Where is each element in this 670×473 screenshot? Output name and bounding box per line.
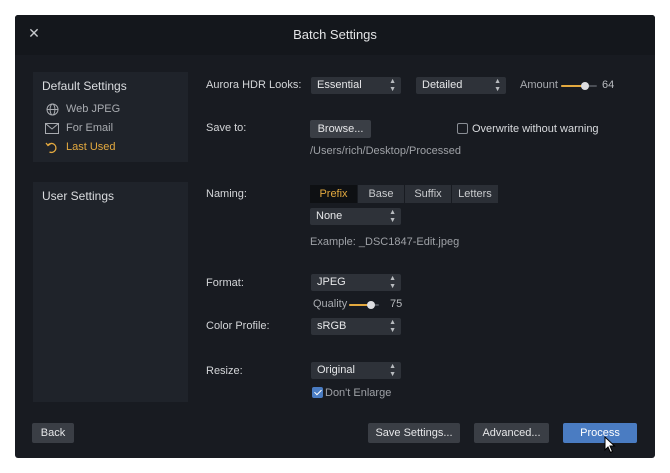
select-value: None [316, 210, 343, 222]
quality-slider[interactable] [349, 301, 379, 309]
save-to-label: Save to: [206, 122, 247, 134]
select-arrows-icon: ▲ ▼ [389, 362, 396, 378]
dont-enlarge-checkbox[interactable] [312, 387, 323, 398]
batch-settings-window: ✕ Batch Settings Default Settings Web JP… [15, 15, 655, 458]
amount-value: 64 [602, 79, 615, 91]
dont-enlarge-label[interactable]: Don't Enlarge [325, 387, 391, 399]
color-profile-select[interactable]: sRGB ▲ ▼ [311, 318, 401, 335]
advanced-button[interactable]: Advanced... [474, 423, 549, 443]
select-value: Detailed [422, 79, 463, 91]
select-value: JPEG [317, 276, 346, 288]
browse-button[interactable]: Browse... [310, 120, 371, 138]
globe-icon [44, 102, 60, 116]
amount-slider[interactable] [561, 82, 597, 90]
select-arrows-icon: ▲ ▼ [389, 77, 396, 93]
tab-base[interactable]: Base [358, 185, 404, 203]
save-path: /Users/rich/Desktop/Processed [310, 145, 461, 157]
select-arrows-icon: ▲ ▼ [494, 77, 501, 93]
preset-for-email[interactable]: For Email [44, 119, 113, 137]
naming-example: Example: _DSC1847-Edit.jpeg [310, 236, 460, 248]
envelope-icon [44, 121, 60, 135]
user-settings-title: User Settings [42, 189, 115, 203]
select-value: Original [317, 364, 355, 376]
preset-label: Web JPEG [66, 103, 121, 115]
resize-label: Resize: [206, 365, 243, 377]
looks-look-select[interactable]: Detailed ▲ ▼ [416, 77, 506, 94]
color-profile-label: Color Profile: [206, 320, 270, 332]
select-arrows-icon: ▲ ▼ [389, 208, 396, 224]
quality-slider-knob[interactable] [367, 301, 375, 309]
preset-web-jpeg[interactable]: Web JPEG [44, 100, 120, 118]
amount-label: Amount [520, 79, 558, 91]
resize-select[interactable]: Original ▲ ▼ [311, 362, 401, 379]
format-label: Format: [206, 277, 244, 289]
naming-select[interactable]: None ▲ ▼ [310, 208, 401, 225]
process-button[interactable]: Process [563, 423, 637, 443]
title-bar: ✕ Batch Settings [15, 15, 655, 55]
preset-label: For Email [66, 122, 114, 134]
preset-label: Last Used [66, 141, 116, 153]
undo-icon [44, 140, 60, 154]
looks-category-select[interactable]: Essential ▲ ▼ [311, 77, 401, 94]
looks-label: Aurora HDR Looks: [206, 79, 302, 91]
format-select[interactable]: JPEG ▲ ▼ [311, 274, 401, 291]
select-value: sRGB [317, 320, 347, 332]
overwrite-label[interactable]: Overwrite without warning [472, 123, 599, 135]
default-settings-panel: Default Settings Web JPEG For Email Last… [33, 72, 188, 162]
quality-value: 75 [390, 298, 403, 310]
amount-slider-knob[interactable] [581, 82, 589, 90]
tab-suffix[interactable]: Suffix [405, 185, 451, 203]
select-value: Essential [317, 79, 362, 91]
preset-last-used[interactable]: Last Used [44, 138, 116, 156]
overwrite-checkbox[interactable] [457, 123, 468, 134]
user-settings-panel: User Settings [33, 182, 188, 402]
mouse-cursor-icon [604, 436, 616, 454]
back-button[interactable]: Back [32, 423, 74, 443]
naming-label: Naming: [206, 188, 247, 200]
naming-tabs: Prefix Base Suffix Letters [310, 185, 499, 203]
window-title: Batch Settings [293, 27, 377, 42]
select-arrows-icon: ▲ ▼ [389, 318, 396, 334]
save-settings-button[interactable]: Save Settings... [368, 423, 460, 443]
quality-label: Quality [313, 298, 348, 310]
select-arrows-icon: ▲ ▼ [389, 274, 396, 290]
tab-letters[interactable]: Letters [452, 185, 498, 203]
tab-prefix[interactable]: Prefix [310, 185, 357, 203]
default-settings-title: Default Settings [42, 79, 127, 93]
